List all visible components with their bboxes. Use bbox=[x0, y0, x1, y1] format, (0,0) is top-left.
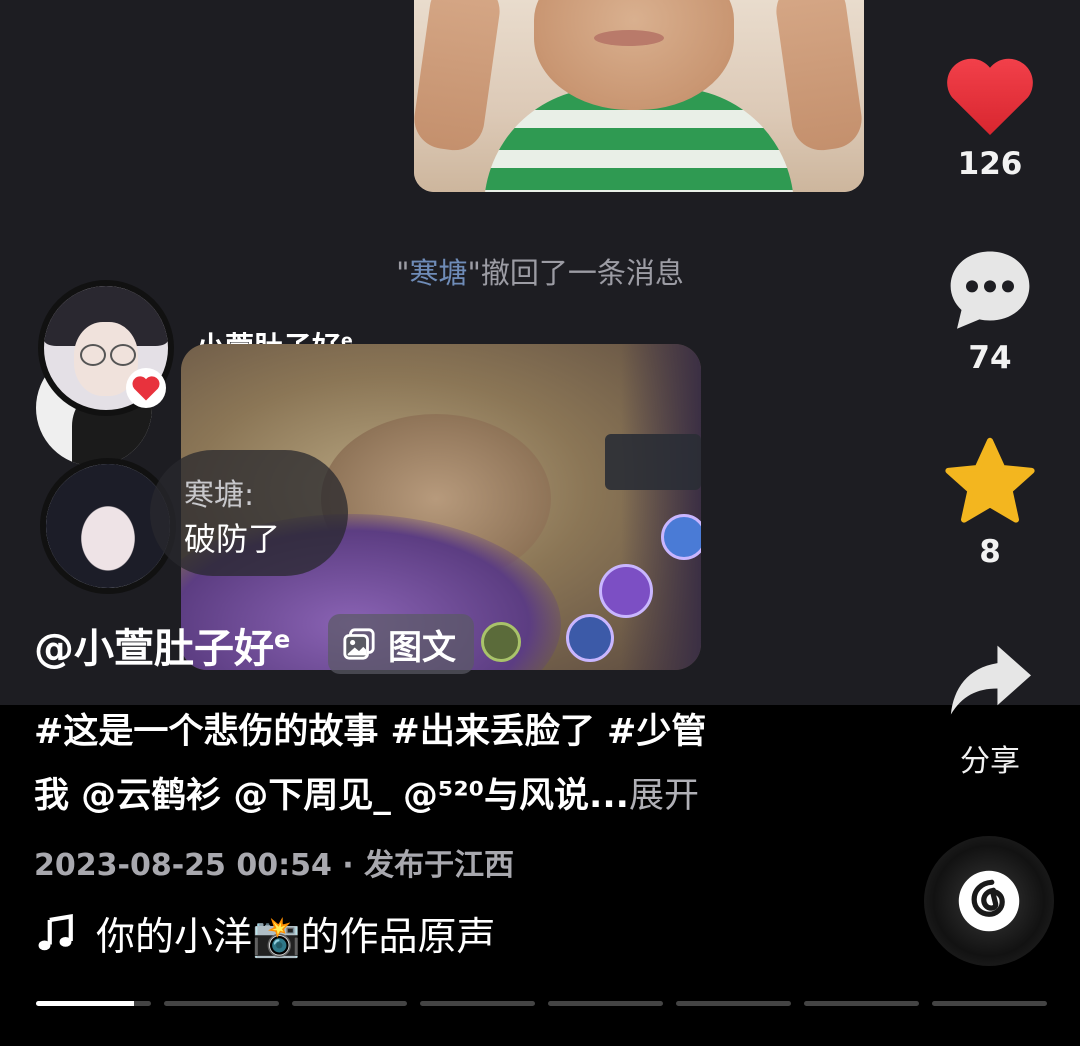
like-button[interactable]: 126 bbox=[930, 50, 1050, 182]
favorite-button[interactable]: 8 bbox=[930, 436, 1050, 570]
favorite-count: 8 bbox=[979, 534, 1001, 570]
expand-link[interactable]: 展开 bbox=[629, 776, 699, 816]
progress-fill bbox=[36, 1001, 134, 1006]
music-disc[interactable] bbox=[924, 836, 1054, 966]
share-button[interactable]: 分享 bbox=[930, 640, 1050, 780]
progress-segment bbox=[164, 1001, 279, 1006]
heart-icon bbox=[126, 368, 166, 408]
music-note-icon bbox=[38, 914, 73, 951]
carousel-progress bbox=[36, 1001, 1047, 1006]
description-line-2: 我 @云鹤衫 @下周见_ @⁵²⁰与风说... bbox=[34, 776, 629, 816]
progress-segment bbox=[548, 1001, 663, 1006]
progress-segment bbox=[676, 1001, 791, 1006]
description-line-1: #这是一个悲伤的故事 #出来丢脸了 #少管 bbox=[34, 712, 707, 752]
recall-notice: "寒塘"撤回了一条消息 bbox=[396, 256, 684, 290]
chat-photo bbox=[414, 0, 864, 192]
progress-segment bbox=[804, 1001, 919, 1006]
bubble-sender: 寒塘: bbox=[184, 478, 255, 513]
heart-icon bbox=[947, 58, 1033, 135]
tag-label: 图文 bbox=[388, 627, 456, 668]
share-label: 分享 bbox=[960, 744, 1020, 779]
comment-button[interactable]: 74 bbox=[930, 244, 1050, 376]
recall-user: 寒塘 bbox=[409, 256, 468, 290]
netease-music-icon bbox=[958, 870, 1020, 932]
image-post-tag[interactable]: 图文 bbox=[328, 614, 474, 674]
progress-segment bbox=[292, 1001, 407, 1006]
share-arrow-icon bbox=[950, 645, 1031, 715]
like-count: 126 bbox=[957, 146, 1023, 182]
star-icon bbox=[945, 437, 1035, 523]
bubble-message: 破防了 bbox=[184, 520, 281, 558]
comment-count: 74 bbox=[968, 340, 1012, 376]
progress-segment bbox=[36, 1001, 151, 1006]
publish-time: 2023-08-25 00:54 · 发布于江西 bbox=[34, 848, 515, 883]
music-title: 你的小洋📸的作品原声 bbox=[96, 915, 496, 960]
progress-segment bbox=[420, 1001, 535, 1006]
music-info[interactable]: 你的小洋📸的作品原声 bbox=[34, 906, 496, 962]
gallery-icon bbox=[343, 628, 375, 660]
progress-segment bbox=[932, 1001, 1047, 1006]
post-description[interactable]: #这是一个悲伤的故事 #出来丢脸了 #少管 我 @云鹤衫 @下周见_ @⁵²⁰与… bbox=[34, 700, 794, 828]
comment-icon bbox=[950, 251, 1030, 329]
author-name[interactable]: @小萱肚子好e bbox=[34, 616, 290, 674]
